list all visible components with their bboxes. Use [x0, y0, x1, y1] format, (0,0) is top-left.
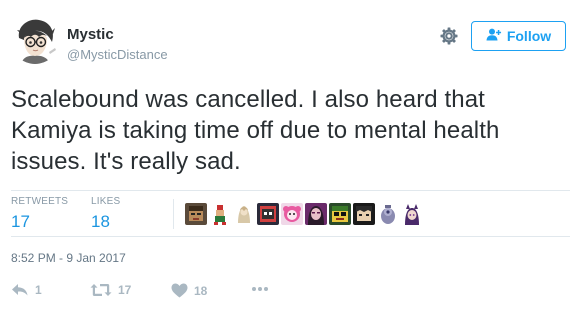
- liker-avatar[interactable]: [329, 203, 351, 225]
- liker-avatar[interactable]: [233, 203, 255, 225]
- liker-avatar[interactable]: [305, 203, 327, 225]
- liker-avatars: [185, 203, 423, 225]
- retweet-count: 17: [118, 283, 132, 297]
- liker-avatar[interactable]: [401, 203, 423, 225]
- gear-icon[interactable]: [439, 26, 459, 46]
- reply-button[interactable]: 1: [11, 283, 42, 297]
- add-user-icon: [486, 28, 502, 44]
- liker-avatar[interactable]: [377, 203, 399, 225]
- divider: [11, 190, 570, 191]
- likes-count: 18: [91, 212, 110, 231]
- tweet-timestamp[interactable]: 8:52 PM - 9 Jan 2017: [11, 251, 126, 265]
- liker-avatar[interactable]: [257, 203, 279, 225]
- liker-avatar[interactable]: [281, 203, 303, 225]
- liker-avatar[interactable]: [185, 203, 207, 225]
- retweet-icon: [90, 283, 112, 297]
- tweet-text: Scalebound was cancelled. I also heard t…: [11, 86, 500, 175]
- like-count: 18: [194, 283, 208, 298]
- more-button[interactable]: [251, 286, 269, 292]
- follow-button[interactable]: Follow: [471, 21, 566, 51]
- reply-icon: [11, 283, 29, 297]
- user-handle[interactable]: @MysticDistance: [67, 46, 168, 64]
- liker-avatar[interactable]: [209, 203, 231, 225]
- reply-count: 1: [35, 283, 42, 297]
- retweets-label: RETWEETS: [11, 196, 69, 207]
- stat-divider: [173, 199, 174, 229]
- tweet-stats: RETWEETS 17 LIKES 18: [11, 193, 570, 233]
- divider: [11, 236, 570, 237]
- liker-avatar[interactable]: [353, 203, 375, 225]
- like-button[interactable]: 18: [171, 283, 207, 298]
- display-name[interactable]: Mystic: [67, 26, 168, 44]
- retweets-count: 17: [11, 212, 30, 231]
- likes-stat[interactable]: LIKES 18: [91, 196, 120, 232]
- retweets-stat[interactable]: RETWEETS 17: [11, 196, 68, 232]
- likes-label: LIKES: [91, 196, 121, 207]
- avatar[interactable]: [11, 16, 59, 64]
- tweet-header: Mystic @MysticDistance Follow: [11, 16, 571, 72]
- more-icon: [251, 286, 269, 292]
- retweet-button[interactable]: 17: [90, 283, 131, 297]
- follow-button-label: Follow: [506, 28, 552, 44]
- heart-icon: [171, 283, 188, 298]
- user-names: Mystic @MysticDistance: [67, 26, 168, 64]
